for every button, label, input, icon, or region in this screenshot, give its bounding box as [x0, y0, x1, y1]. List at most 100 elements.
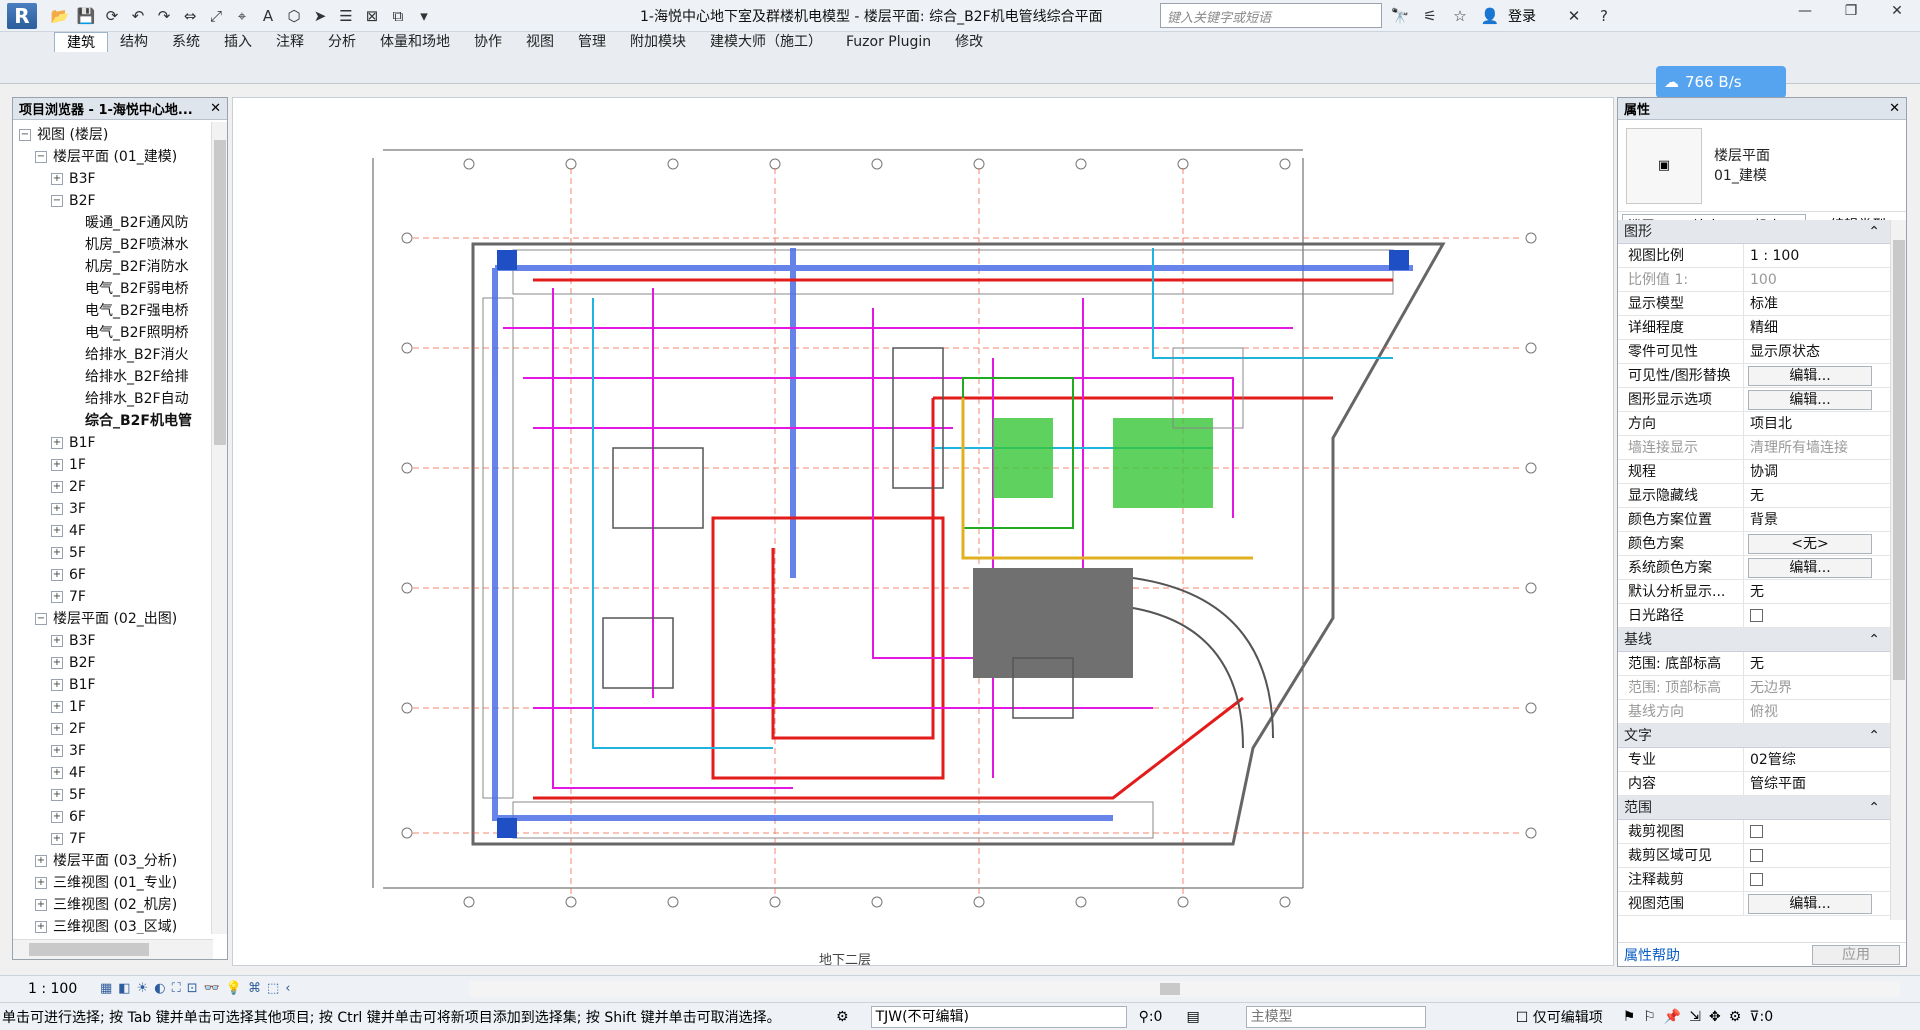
browser-tree-node[interactable]: +4F: [13, 520, 213, 542]
browser-tree-node[interactable]: 机房_B2F消防水: [13, 256, 213, 278]
property-checkbox[interactable]: [1750, 609, 1763, 622]
browser-tree-node[interactable]: 电气_B2F照明桥: [13, 322, 213, 344]
property-edit-button[interactable]: <无>: [1748, 534, 1872, 554]
show-crop-icon[interactable]: ⊡: [187, 981, 198, 996]
expand-icon[interactable]: +: [51, 569, 63, 581]
collapse-icon[interactable]: ⌃: [1868, 220, 1880, 243]
expand-icon[interactable]: +: [51, 459, 63, 471]
browser-tree-node[interactable]: +4F: [13, 762, 213, 784]
close-icon[interactable]: ✕: [210, 101, 221, 116]
property-checkbox[interactable]: [1750, 825, 1763, 838]
select-pinned-icon[interactable]: 📌: [1664, 1009, 1681, 1025]
analytical-model-icon[interactable]: ⌘: [248, 981, 261, 996]
measure-icon[interactable]: ⇔: [178, 4, 202, 28]
property-value[interactable]: 协调: [1744, 460, 1890, 483]
collapse-icon[interactable]: −: [19, 129, 31, 141]
browser-vertical-scrollbar[interactable]: [211, 122, 227, 934]
drawing-canvas[interactable]: 地下二层: [232, 97, 1614, 968]
properties-scrollbar[interactable]: [1890, 220, 1906, 920]
application-menu-button[interactable]: R: [0, 0, 44, 32]
ribbon-tab[interactable]: 视图: [514, 32, 566, 52]
property-checkbox[interactable]: [1750, 873, 1763, 886]
close-icon[interactable]: ✕: [1874, 0, 1920, 22]
property-group-header[interactable]: 范围 ⌃: [1618, 796, 1890, 820]
property-value[interactable]: 1 : 100: [1744, 244, 1890, 267]
browser-tree-node[interactable]: +1F: [13, 454, 213, 476]
expand-icon[interactable]: +: [35, 921, 47, 933]
ribbon-tab[interactable]: 建模大师（施工）: [698, 32, 834, 52]
browser-tree-node[interactable]: 给排水_B2F消火: [13, 344, 213, 366]
browser-tree-node[interactable]: + B3F: [13, 630, 213, 652]
worksets-icon[interactable]: ⚙: [836, 1009, 849, 1025]
favorites-star-icon[interactable]: ☆: [1448, 4, 1472, 28]
expand-icon[interactable]: +: [51, 701, 63, 713]
browser-tree-node[interactable]: 暖通_B2F通风防: [13, 212, 213, 234]
expand-icon[interactable]: +: [35, 877, 47, 889]
browser-tree-node[interactable]: + B2F: [13, 652, 213, 674]
visual-style-icon[interactable]: ◧: [118, 981, 130, 996]
apply-button[interactable]: 应用: [1812, 944, 1900, 965]
ribbon-tab[interactable]: 协作: [462, 32, 514, 52]
browser-tree-node[interactable]: 给排水_B2F给排: [13, 366, 213, 388]
collapse-icon[interactable]: −: [35, 613, 47, 625]
expand-icon[interactable]: +: [51, 481, 63, 493]
property-value[interactable]: 项目北: [1744, 412, 1890, 435]
switch-windows-icon[interactable]: ⧉: [386, 4, 410, 28]
expand-icon[interactable]: +: [51, 811, 63, 823]
ribbon-tab[interactable]: 附加模块: [618, 32, 698, 52]
browser-tree-node[interactable]: 机房_B2F喷淋水: [13, 234, 213, 256]
expand-icon[interactable]: +: [51, 657, 63, 669]
ribbon-tab[interactable]: 修改: [943, 32, 995, 52]
tag-icon[interactable]: ⌖: [230, 4, 254, 28]
property-value[interactable]: 无: [1744, 580, 1890, 603]
user-icon[interactable]: 👤: [1478, 4, 1502, 28]
ribbon-tab[interactable]: 分析: [316, 32, 368, 52]
shadows-icon[interactable]: ◐: [154, 981, 165, 996]
browser-tree-node[interactable]: 电气_B2F强电桥: [13, 300, 213, 322]
collapse-icon[interactable]: ⌃: [1868, 628, 1880, 651]
property-value[interactable]: 02管综: [1744, 748, 1890, 771]
ribbon-tab[interactable]: 体量和场地: [368, 32, 462, 52]
expand-icon[interactable]: +: [51, 789, 63, 801]
canvas-horizontal-scrollbar[interactable]: [470, 981, 1900, 997]
temporary-hide-icon[interactable]: 👓: [204, 981, 220, 996]
expand-icon[interactable]: +: [51, 679, 63, 691]
select-by-face-icon[interactable]: ⇲: [1689, 1009, 1701, 1025]
ribbon-tab[interactable]: Fuzor Plugin: [834, 32, 943, 52]
dimension-icon[interactable]: ⤢: [204, 4, 228, 28]
browser-tree-node[interactable]: + B1F: [13, 432, 213, 454]
active-workset-dropdown[interactable]: TJW(不可编辑): [870, 1005, 1127, 1028]
property-value[interactable]: 显示原状态: [1744, 340, 1890, 363]
browser-tree-node[interactable]: +6F: [13, 806, 213, 828]
help-search-input[interactable]: 键入关键字或短语: [1160, 3, 1382, 28]
expand-icon[interactable]: +: [51, 525, 63, 537]
expand-icon[interactable]: +: [51, 173, 63, 185]
background-processes-icon[interactable]: ⚙: [1729, 1009, 1742, 1025]
minimize-icon[interactable]: —: [1782, 0, 1828, 22]
ribbon-tab[interactable]: 插入: [212, 32, 264, 52]
browser-tree-node[interactable]: +3F: [13, 498, 213, 520]
expand-icon[interactable]: +: [51, 503, 63, 515]
property-edit-button[interactable]: 编辑...: [1748, 390, 1872, 410]
editable-only-checkbox[interactable]: ☐ 仅可编辑项: [1516, 1007, 1603, 1027]
main-model-dropdown[interactable]: 主模型: [1245, 1005, 1426, 1028]
help-icon[interactable]: ?: [1592, 4, 1616, 28]
expand-icon[interactable]: +: [51, 833, 63, 845]
expand-icon[interactable]: +: [35, 855, 47, 867]
detail-level-icon[interactable]: ▦: [100, 981, 112, 996]
crop-icon[interactable]: ⛶: [172, 981, 181, 996]
expand-icon[interactable]: +: [35, 899, 47, 911]
property-edit-button[interactable]: 编辑...: [1748, 894, 1872, 914]
browser-tree-node[interactable]: − 视图 (楼层): [13, 124, 213, 146]
property-value[interactable]: 精细: [1744, 316, 1890, 339]
browser-tree-node[interactable]: + 三维视图 (01_专业): [13, 872, 213, 894]
collapse-icon[interactable]: −: [51, 195, 63, 207]
property-value[interactable]: 无: [1744, 484, 1890, 507]
filter-icon[interactable]: ⊽: [1749, 1009, 1759, 1025]
browser-tree-node[interactable]: 电气_B2F弱电桥: [13, 278, 213, 300]
browser-tree-node[interactable]: +2F: [13, 718, 213, 740]
select-underlay-icon[interactable]: ⚐: [1643, 1009, 1656, 1025]
property-value[interactable]: 无: [1744, 652, 1890, 675]
property-group-header[interactable]: 文字 ⌃: [1618, 724, 1890, 748]
property-value[interactable]: 管综平面: [1744, 772, 1890, 795]
